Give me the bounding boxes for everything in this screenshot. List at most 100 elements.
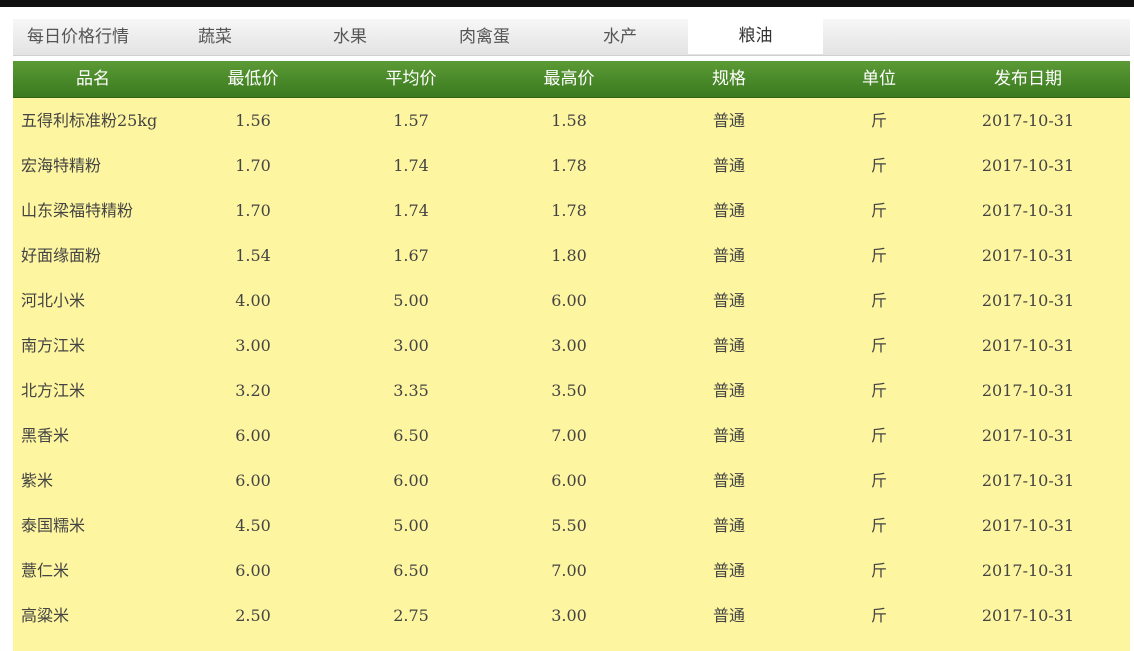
table-row: 高粱米 2.50 2.75 3.00 普通 斤 2017-10-31 [13,593,1130,638]
unit-cell: 斤 [870,291,887,310]
avg-price-cell: 1.74 [393,156,429,175]
min-price-cell: 1.70 [235,201,271,220]
header-avg-price: 平均价 [385,69,437,89]
avg-price-cell: 1.67 [393,246,429,265]
table-row: 北方江米 3.20 3.35 3.50 普通 斤 2017-10-31 [13,368,1130,413]
avg-price-cell: 5.00 [393,291,429,310]
date-cell: 2017-10-31 [981,516,1075,535]
date-cell: 2017-10-31 [981,471,1075,490]
max-price-cell: 3.00 [551,336,587,355]
spec-cell: 普通 [712,336,745,355]
header-publish-date: 发布日期 [994,69,1062,89]
spec-cell: 普通 [712,291,745,310]
date-cell: 2017-10-31 [981,426,1075,445]
min-price-cell: 6.00 [235,561,271,580]
category-tab-bar: 每日价格行情 蔬菜 水果 肉禽蛋 水产 粮油 [13,16,1130,56]
min-price-cell: 2.50 [235,606,271,625]
table-row: 山东梁福特精粉 1.70 1.74 1.78 普通 斤 2017-10-31 [13,188,1130,233]
min-price-cell: 1.56 [235,111,271,130]
spec-cell: 普通 [712,561,745,580]
max-price-cell: 5.50 [551,516,587,535]
min-price-cell: 6.00 [235,426,271,445]
avg-price-cell: 5.00 [393,516,429,535]
date-cell: 2017-10-31 [981,291,1075,310]
date-cell: 2017-10-31 [981,156,1075,175]
date-cell: 2017-10-31 [981,561,1075,580]
min-price-cell: 1.54 [235,246,271,265]
spec-cell: 普通 [712,516,745,535]
avg-price-cell: 6.50 [393,426,429,445]
table-row: 好面缘面粉 1.54 1.67 1.80 普通 斤 2017-10-31 [13,233,1130,278]
max-price-cell: 3.50 [551,381,587,400]
table-row: 薏仁米 6.00 6.50 7.00 普通 斤 2017-10-31 [13,548,1130,593]
table-row: 宏海特精粉 1.70 1.74 1.78 普通 斤 2017-10-31 [13,143,1130,188]
date-cell: 2017-10-31 [981,111,1075,130]
table-row: 河北小米 4.00 5.00 6.00 普通 斤 2017-10-31 [13,278,1130,323]
tab-grain-oil[interactable]: 粮油 [688,16,823,54]
max-price-cell: 1.80 [551,246,587,265]
date-cell: 2017-10-31 [981,606,1075,625]
avg-price-cell: 1.74 [393,201,429,220]
date-cell: 2017-10-31 [981,336,1075,355]
max-price-cell: 7.00 [551,561,587,580]
header-min-price: 最低价 [227,69,279,89]
max-price-cell: 6.00 [551,291,587,310]
min-price-cell: 4.50 [235,516,271,535]
unit-cell: 斤 [870,156,887,175]
date-cell: 2017-10-31 [981,246,1075,265]
date-cell: 2017-10-31 [981,201,1075,220]
tab-meat-poultry-eggs[interactable]: 肉禽蛋 [459,19,510,55]
spec-cell: 普通 [712,246,745,265]
spec-cell: 普通 [712,156,745,175]
header-product-name: 品名 [76,69,110,89]
avg-price-cell: 2.75 [393,606,429,625]
unit-cell: 斤 [870,426,887,445]
unit-cell: 斤 [870,381,887,400]
spec-cell: 普通 [712,471,745,490]
min-price-cell: 1.70 [235,156,271,175]
min-price-cell: 4.00 [235,291,271,310]
avg-price-cell: 6.50 [393,561,429,580]
spec-cell: 普通 [712,111,745,130]
max-price-cell: 6.00 [551,471,587,490]
tab-vegetables[interactable]: 蔬菜 [198,19,232,55]
spec-cell: 普通 [712,426,745,445]
unit-cell: 斤 [870,111,887,130]
min-price-cell: 3.20 [235,381,271,400]
avg-price-cell: 3.00 [393,336,429,355]
header-unit: 单位 [862,69,896,89]
max-price-cell: 3.00 [551,606,587,625]
max-price-cell: 1.58 [551,111,587,130]
spec-cell: 普通 [712,201,745,220]
spec-cell: 普通 [712,606,745,625]
header-max-price: 最高价 [543,69,595,89]
table-row: 紫米 6.00 6.00 6.00 普通 斤 2017-10-31 [13,458,1130,503]
unit-cell: 斤 [870,201,887,220]
unit-cell: 斤 [870,606,887,625]
table-row: 黑香米 6.00 6.50 7.00 普通 斤 2017-10-31 [13,413,1130,458]
table-row: 南方江米 3.00 3.00 3.00 普通 斤 2017-10-31 [13,323,1130,368]
unit-cell: 斤 [870,246,887,265]
price-table-body: 五得利标准粉25kg 1.56 1.57 1.58 普通 斤 2017-10-3… [13,98,1130,651]
table-row: 五得利标准粉25kg 1.56 1.57 1.58 普通 斤 2017-10-3… [13,98,1130,143]
unit-cell: 斤 [870,561,887,580]
avg-price-cell: 3.35 [393,381,429,400]
unit-cell: 斤 [870,516,887,535]
max-price-cell: 7.00 [551,426,587,445]
unit-cell: 斤 [870,336,887,355]
max-price-cell: 1.78 [551,156,587,175]
min-price-cell: 6.00 [235,471,271,490]
avg-price-cell: 6.00 [393,471,429,490]
spec-cell: 普通 [712,381,745,400]
min-price-cell: 3.00 [235,336,271,355]
top-border [0,0,1134,7]
avg-price-cell: 1.57 [393,111,429,130]
tab-seafood[interactable]: 水产 [603,19,637,55]
date-cell: 2017-10-31 [981,381,1075,400]
tab-fruits[interactable]: 水果 [333,19,367,55]
table-header: 品名 最低价 平均价 最高价 规格 单位 发布日期 [13,61,1130,98]
unit-cell: 斤 [870,471,887,490]
table-row: 泰国糯米 4.50 5.00 5.50 普通 斤 2017-10-31 [13,503,1130,548]
section-title: 每日价格行情 [27,27,129,47]
max-price-cell: 1.78 [551,201,587,220]
